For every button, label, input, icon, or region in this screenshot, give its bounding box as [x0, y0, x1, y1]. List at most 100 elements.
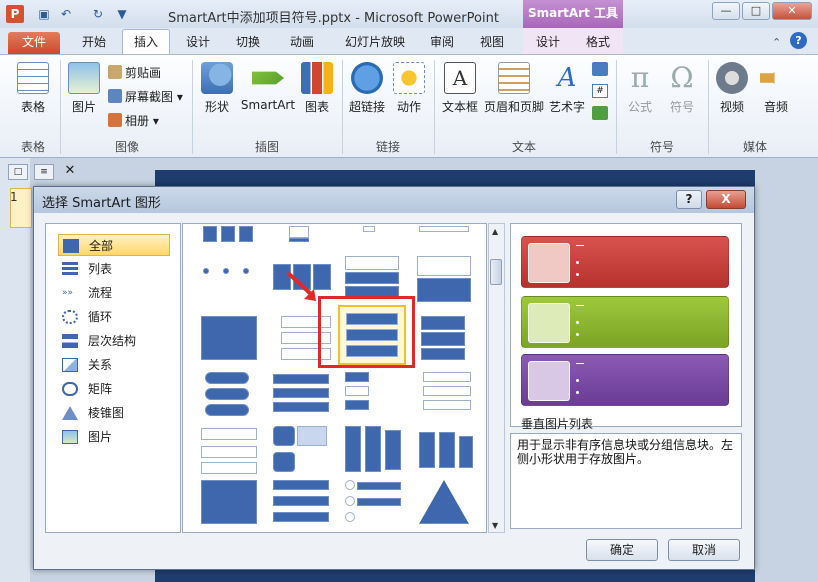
video-label: 视频: [719, 100, 744, 114]
redo-icon[interactable]: ↻: [90, 6, 106, 22]
object-icon[interactable]: [592, 106, 608, 120]
category-all[interactable]: 全部: [58, 234, 170, 256]
layout-thumbnail[interactable]: [415, 256, 473, 306]
hierarchy-icon: [62, 334, 78, 348]
layout-thumbnail[interactable]: [205, 372, 263, 422]
group-label-media: 媒体: [742, 140, 767, 154]
category-relationship[interactable]: 关系: [58, 354, 170, 376]
category-list-item[interactable]: 列表: [58, 258, 170, 280]
tab-design[interactable]: 设计: [176, 32, 220, 54]
action-icon: [393, 62, 425, 94]
category-matrix[interactable]: 矩阵: [58, 378, 170, 400]
textbox-button[interactable]: A 文本框: [438, 62, 482, 115]
formula-button[interactable]: π 公式: [620, 62, 660, 115]
tab-view[interactable]: 视图: [470, 32, 514, 54]
group-label-link: 链接: [375, 140, 400, 154]
layout-thumbnail[interactable]: [273, 426, 331, 476]
tab-transitions[interactable]: 切换: [226, 32, 270, 54]
group-separator: [192, 60, 193, 154]
layout-thumbnail[interactable]: [345, 480, 403, 530]
audio-button[interactable]: 音频: [756, 62, 796, 115]
layout-thumbnail[interactable]: [421, 316, 479, 366]
cancel-button[interactable]: 取消: [668, 539, 740, 561]
album-label: 相册: [125, 114, 150, 128]
picture-button[interactable]: 图片: [64, 62, 104, 115]
tab-slideshow[interactable]: 幻灯片放映: [334, 32, 416, 54]
slides-tab[interactable]: □: [8, 164, 28, 180]
screenshot-button[interactable]: 屏幕截图 ▾: [108, 88, 183, 105]
layout-thumbnail[interactable]: [419, 432, 477, 482]
undo-icon[interactable]: ↶: [58, 6, 74, 22]
hyperlink-button[interactable]: 超链接: [346, 62, 388, 115]
powerpoint-app-icon[interactable]: P: [6, 5, 24, 23]
smartart-icon: [252, 71, 284, 85]
symbol-button[interactable]: Ω 符号: [662, 62, 702, 115]
preview-item-red: [521, 236, 729, 288]
layout-thumbnail[interactable]: [345, 372, 403, 422]
window-title: SmartArt中添加项目符号.pptx - Microsoft PowerPo…: [168, 11, 499, 26]
cycle-icon: [62, 310, 78, 324]
group-label-image: 图像: [114, 140, 139, 154]
chart-button[interactable]: 图表: [298, 62, 336, 115]
category-cycle[interactable]: 循环: [58, 306, 170, 328]
layout-thumbnail[interactable]: [273, 480, 331, 530]
dialog-help-button[interactable]: ?: [676, 190, 702, 209]
table-label: 表格: [20, 100, 45, 114]
slide-number-icon[interactable]: #: [592, 84, 608, 98]
close-button[interactable]: ✕: [772, 2, 812, 20]
shapes-button[interactable]: 形状: [196, 62, 238, 115]
minimize-button[interactable]: —: [712, 2, 740, 20]
layout-thumbnail[interactable]: [201, 260, 259, 310]
pyramid-icon: [62, 406, 78, 420]
tab-animations[interactable]: 动画: [280, 32, 324, 54]
chart-icon: [301, 62, 333, 94]
layout-thumbnail[interactable]: [345, 426, 403, 476]
category-picture[interactable]: 图片: [58, 426, 170, 448]
layout-thumbnail[interactable]: [417, 372, 475, 422]
dialog-title: 选择 SmartArt 图形: [42, 196, 161, 211]
scrollbar-thumb[interactable]: [490, 259, 502, 285]
save-icon[interactable]: ▣: [36, 6, 52, 22]
collapse-ribbon-icon[interactable]: ⌃: [772, 36, 781, 49]
header-footer-button[interactable]: 页眉和页脚: [484, 62, 544, 115]
wordart-button[interactable]: A 艺术字: [546, 62, 588, 115]
layout-thumbnail[interactable]: [273, 374, 331, 424]
album-button[interactable]: 相册 ▾: [108, 112, 159, 129]
layout-thumbnail[interactable]: [201, 316, 259, 366]
preview-item-purple: [521, 354, 729, 406]
video-button[interactable]: 视频: [712, 62, 752, 115]
layout-thumbnail[interactable]: [201, 480, 259, 530]
smartart-button[interactable]: SmartArt: [240, 62, 296, 112]
tab-home[interactable]: 开始: [72, 32, 116, 54]
category-process[interactable]: »» 流程: [58, 282, 170, 304]
scroll-up-arrow[interactable]: ▲: [492, 227, 498, 236]
tab-smartart-design[interactable]: 设计: [526, 32, 570, 54]
layout-thumbnail[interactable]: [419, 480, 477, 530]
clipart-button[interactable]: 剪贴画: [108, 64, 161, 81]
customize-qat-icon[interactable]: ▼: [114, 6, 130, 22]
group-separator: [616, 60, 617, 154]
table-button[interactable]: 表格: [12, 62, 54, 115]
layout-thumbnail[interactable]: [201, 428, 259, 478]
category-pyramid[interactable]: 棱锥图: [58, 402, 170, 424]
tab-review[interactable]: 审阅: [420, 32, 464, 54]
maximize-button[interactable]: □: [742, 2, 770, 20]
relationship-icon: [62, 358, 78, 372]
date-time-icon[interactable]: [592, 62, 608, 76]
close-panel-icon[interactable]: ✕: [60, 164, 80, 180]
category-hierarchy[interactable]: 层次结构: [58, 330, 170, 352]
picture-icon: [62, 430, 78, 444]
dialog-close-button[interactable]: X: [706, 190, 746, 209]
outline-tab[interactable]: ≡: [34, 164, 54, 180]
action-button[interactable]: 动作: [390, 62, 428, 115]
help-icon[interactable]: ?: [790, 32, 807, 49]
tab-file[interactable]: 文件: [8, 32, 60, 54]
hyperlink-icon: [351, 62, 383, 94]
album-icon: [108, 113, 122, 127]
action-label: 动作: [396, 100, 421, 114]
ok-button[interactable]: 确定: [586, 539, 658, 561]
tab-smartart-format[interactable]: 格式: [576, 32, 620, 54]
scroll-down-arrow[interactable]: ▼: [492, 521, 498, 530]
layout-description: 用于显示非有序信息块或分组信息块。左侧小形状用于存放图片。: [510, 433, 742, 529]
tab-insert[interactable]: 插入: [122, 29, 170, 55]
